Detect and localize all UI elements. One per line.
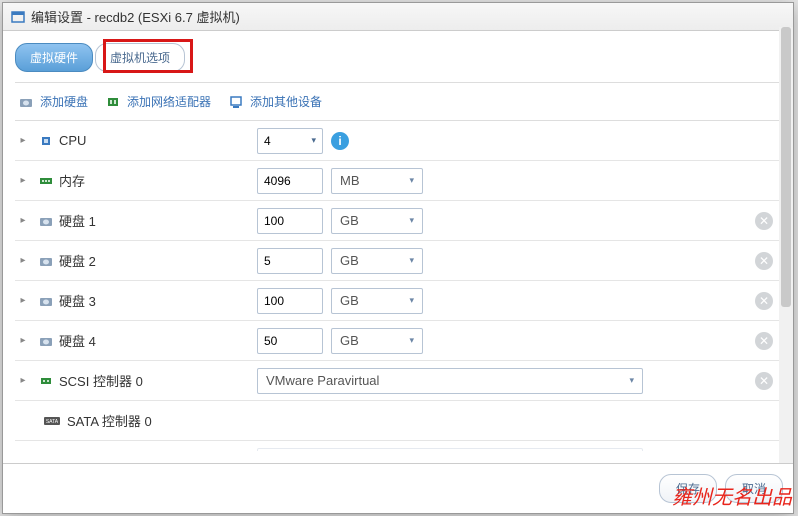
expand-caret[interactable]: ▸ <box>15 215 31 226</box>
hd4-size-input[interactable] <box>264 334 302 348</box>
window-icon <box>11 10 25 24</box>
expand-caret[interactable]: ▸ <box>15 255 31 266</box>
disk-icon <box>39 294 53 308</box>
delete-hd2-button[interactable]: ✕ <box>755 252 773 270</box>
hd3-size-input-wrap[interactable] <box>257 288 323 314</box>
svg-text:SATA: SATA <box>46 419 59 425</box>
label-scsi0: SCSI 控制器 0 <box>59 371 143 390</box>
chevron-down-icon: ▾ <box>311 135 316 146</box>
delete-hd1-button[interactable]: ✕ <box>755 212 773 230</box>
cpu-count-select[interactable]: ▾ <box>257 128 323 154</box>
hardware-list: ▸ CPU ▾ i ▸ 内存 <box>15 121 781 451</box>
scsi0-type-select[interactable]: VMware Paravirtual ▾ <box>257 368 643 394</box>
sata-icon: SATA <box>43 415 61 427</box>
delete-scsi0-button[interactable]: ✕ <box>755 372 773 390</box>
usb1-type-select[interactable]: USB 2.0 ▾ <box>257 448 643 452</box>
expand-caret[interactable]: ▸ <box>15 135 31 146</box>
cancel-button[interactable]: 取消 <box>725 474 783 503</box>
add-disk-button[interactable]: 添加硬盘 <box>19 93 88 110</box>
chevron-down-icon: ▾ <box>409 295 414 306</box>
titlebar: 编辑设置 - recdb2 (ESXi 6.7 虚拟机) <box>3 3 793 31</box>
edit-settings-dialog: 编辑设置 - recdb2 (ESXi 6.7 虚拟机) 虚拟硬件 虚拟机选项 … <box>2 2 794 514</box>
scsi-icon <box>39 374 53 388</box>
memory-unit-select[interactable]: MB ▾ <box>331 168 423 194</box>
cpu-count-input[interactable] <box>264 134 302 148</box>
hd4-size-input-wrap[interactable] <box>257 328 323 354</box>
add-nic-button[interactable]: 添加网络适配器 <box>106 93 211 110</box>
chevron-down-icon: ▾ <box>409 335 414 346</box>
hd2-size-input-wrap[interactable] <box>257 248 323 274</box>
chevron-down-icon: ▾ <box>409 255 414 266</box>
chevron-down-icon: ▾ <box>629 375 634 386</box>
disk-icon <box>39 334 53 348</box>
row-harddisk-4: ▸ 硬盘 4 GB▾ ✕ <box>15 321 781 361</box>
delete-hd4-button[interactable]: ✕ <box>755 332 773 350</box>
dialog-content: 虚拟硬件 虚拟机选项 添加硬盘 添加网络适配器 添加其他设备 ▸ <box>3 31 793 463</box>
expand-caret[interactable]: ▸ <box>15 375 31 386</box>
expand-caret[interactable]: ▸ <box>15 335 31 346</box>
hd4-unit-select[interactable]: GB▾ <box>331 328 423 354</box>
hd3-unit-select[interactable]: GB▾ <box>331 288 423 314</box>
hd1-size-input[interactable] <box>264 214 302 228</box>
toolbar: 添加硬盘 添加网络适配器 添加其他设备 <box>15 82 781 121</box>
tab-vm-options[interactable]: 虚拟机选项 <box>95 43 185 72</box>
hd2-unit-select[interactable]: GB▾ <box>331 248 423 274</box>
info-icon[interactable]: i <box>331 132 349 150</box>
row-scsi-controller-0: ▸ SCSI 控制器 0 VMware Paravirtual ▾ ✕ <box>15 361 781 401</box>
label-sata0: SATA 控制器 0 <box>67 411 152 430</box>
label-hd1: 硬盘 1 <box>59 211 96 230</box>
other-device-icon <box>229 95 245 109</box>
memory-size-input[interactable] <box>264 174 302 188</box>
tab-virtual-hardware[interactable]: 虚拟硬件 <box>15 43 93 72</box>
dialog-title: 编辑设置 - recdb2 (ESXi 6.7 虚拟机) <box>31 7 240 26</box>
label-memory: 内存 <box>59 171 85 190</box>
cpu-icon <box>39 134 53 148</box>
label-hd2: 硬盘 2 <box>59 251 96 270</box>
expand-caret[interactable]: ▸ <box>15 175 31 186</box>
save-button[interactable]: 保存 <box>659 474 717 503</box>
row-sata-controller-0: SATA SATA 控制器 0 <box>15 401 781 441</box>
memory-size-input-wrap[interactable] <box>257 168 323 194</box>
dialog-footer: 保存 取消 <box>3 463 793 513</box>
scrollbar-thumb[interactable] <box>781 27 791 307</box>
label-cpu: CPU <box>59 133 86 148</box>
label-hd3: 硬盘 3 <box>59 291 96 310</box>
expand-caret[interactable]: ▸ <box>15 295 31 306</box>
label-hd4: 硬盘 4 <box>59 331 96 350</box>
row-memory: ▸ 内存 MB ▾ <box>15 161 781 201</box>
nic-icon <box>106 95 122 109</box>
scrollbar[interactable] <box>779 27 793 463</box>
chevron-down-icon: ▾ <box>409 175 414 186</box>
hd1-unit-select[interactable]: GB▾ <box>331 208 423 234</box>
tabs: 虚拟硬件 虚拟机选项 <box>15 43 781 72</box>
disk-icon <box>39 254 53 268</box>
row-cpu: ▸ CPU ▾ i <box>15 121 781 161</box>
disk-icon <box>19 95 35 109</box>
disk-icon <box>39 214 53 228</box>
memory-icon <box>39 174 53 188</box>
row-harddisk-3: ▸ 硬盘 3 GB▾ ✕ <box>15 281 781 321</box>
add-other-device-button[interactable]: 添加其他设备 <box>229 93 322 110</box>
hd2-size-input[interactable] <box>264 254 302 268</box>
row-harddisk-2: ▸ 硬盘 2 GB▾ ✕ <box>15 241 781 281</box>
delete-hd3-button[interactable]: ✕ <box>755 292 773 310</box>
row-usb-controller-1: ▸ USB 控制器 1 USB 2.0 ▾ <box>15 441 781 451</box>
row-harddisk-1: ▸ 硬盘 1 GB▾ ✕ <box>15 201 781 241</box>
hd1-size-input-wrap[interactable] <box>257 208 323 234</box>
hd3-size-input[interactable] <box>264 294 302 308</box>
chevron-down-icon: ▾ <box>409 215 414 226</box>
